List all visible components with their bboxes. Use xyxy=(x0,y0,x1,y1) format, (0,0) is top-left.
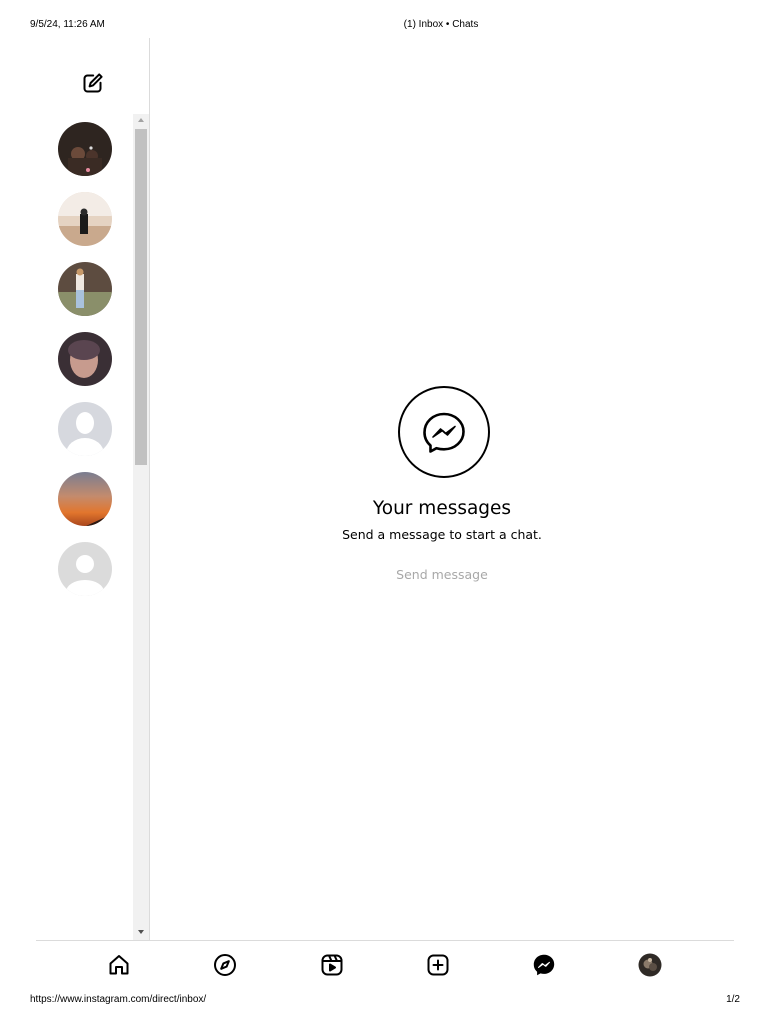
bottom-navigation xyxy=(36,940,734,990)
create-icon xyxy=(427,954,449,976)
conversation-avatar[interactable] xyxy=(58,542,112,596)
scroll-down-arrow-icon[interactable] xyxy=(138,930,144,934)
conversation-sidebar xyxy=(36,38,150,940)
conversation-avatar[interactable] xyxy=(58,472,112,526)
sidebar-scrollbar[interactable] xyxy=(133,114,149,940)
new-message-button[interactable] xyxy=(81,71,105,95)
conversation-avatar[interactable] xyxy=(58,192,112,246)
messenger-icon xyxy=(533,954,555,976)
scroll-up-arrow-icon[interactable] xyxy=(138,118,144,122)
send-message-button[interactable]: Send message xyxy=(151,567,733,582)
edit-square-icon xyxy=(83,73,103,93)
scrollbar-thumb[interactable] xyxy=(135,129,147,465)
print-page-title: (1) Inbox • Chats xyxy=(403,19,479,30)
empty-state-title: Your messages xyxy=(372,498,512,519)
profile-avatar xyxy=(638,953,662,977)
home-icon xyxy=(109,955,129,975)
nav-explore[interactable] xyxy=(213,953,237,977)
conversation-avatar[interactable] xyxy=(58,262,112,316)
conversation-list[interactable] xyxy=(36,114,149,940)
nav-create[interactable] xyxy=(426,953,450,977)
conversation-avatar[interactable] xyxy=(58,122,112,176)
chat-main-panel: Your messages Send a message to start a … xyxy=(151,38,733,940)
empty-state-subtitle: Send a message to start a chat. xyxy=(342,527,542,542)
conversation-avatar[interactable] xyxy=(58,402,112,456)
messenger-icon xyxy=(423,412,465,453)
messenger-circle xyxy=(398,386,490,478)
nav-reels[interactable] xyxy=(320,953,344,977)
nav-messages[interactable] xyxy=(532,953,556,977)
nav-profile[interactable] xyxy=(638,953,662,977)
print-url: https://www.instagram.com/direct/inbox/ xyxy=(30,994,207,1005)
print-page-number: 1/2 xyxy=(726,994,740,1005)
explore-icon xyxy=(214,954,236,976)
conversation-avatar[interactable] xyxy=(58,332,112,386)
reels-icon xyxy=(321,954,343,976)
nav-home[interactable] xyxy=(107,953,131,977)
